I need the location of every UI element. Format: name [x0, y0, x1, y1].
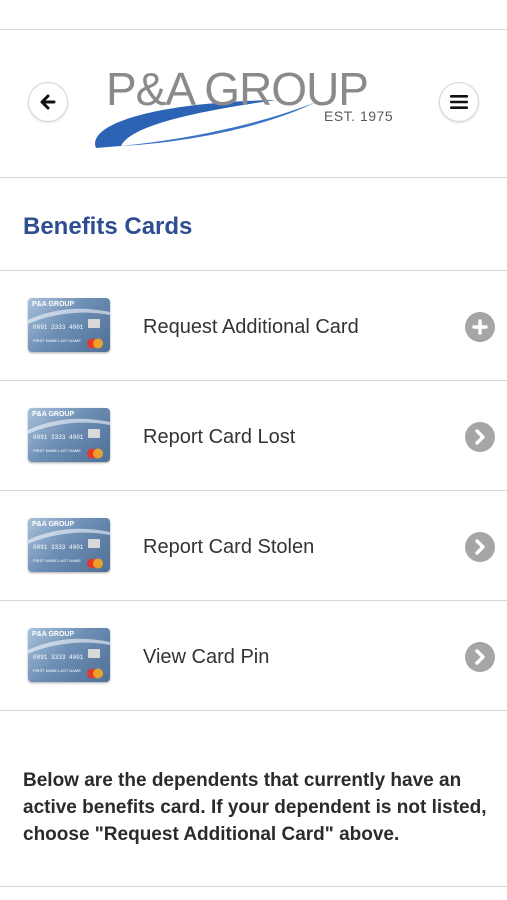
chevron-right-icon	[475, 649, 485, 665]
card-holder-name: FIRST NAME LAST NAME	[33, 558, 81, 563]
divider	[0, 886, 507, 887]
card-network-logo	[87, 558, 103, 569]
menu-item-label: View Card Pin	[143, 646, 270, 668]
card-number: 0091 3333 4001	[33, 544, 84, 551]
page-title: Benefits Cards	[23, 213, 193, 240]
status-bar	[0, 0, 507, 30]
card-chip	[88, 429, 100, 438]
card-chip	[88, 539, 100, 548]
chevron-right-icon	[475, 429, 485, 445]
card-holder-name: FIRST NAME LAST NAME	[33, 668, 81, 673]
card-brand: P&A GROUP	[32, 521, 75, 528]
section-header: Benefits Cards	[0, 179, 507, 271]
plus-circle-icon[interactable]	[465, 312, 495, 342]
menu-item-label: Report Card Lost	[143, 426, 296, 448]
benefits-card-image: P&A GROUP 0091 3333 4001 FIRST NAME LAST…	[28, 298, 110, 352]
menu-item-view-card-pin[interactable]: P&A GROUP 0091 3333 4001 FIRST NAME LAST…	[0, 601, 507, 711]
menu-item-report-card-lost[interactable]: P&A GROUP 0091 3333 4001 FIRST NAME LAST…	[0, 381, 507, 491]
chevron-right-icon	[475, 539, 485, 555]
card-number: 0091 3333 4001	[33, 654, 84, 661]
plus-icon	[472, 319, 488, 335]
benefits-card-menu: P&A GROUP 0091 3333 4001 FIRST NAME LAST…	[0, 271, 507, 711]
menu-item-report-card-stolen[interactable]: P&A GROUP 0091 3333 4001 FIRST NAME LAST…	[0, 491, 507, 601]
company-logo: P&A GROUP EST. 1975	[86, 62, 426, 157]
benefits-card-image: P&A GROUP 0091 3333 4001 FIRST NAME LAST…	[28, 628, 110, 682]
card-number: 0091 3333 4001	[33, 324, 84, 331]
back-button[interactable]	[28, 82, 68, 122]
card-network-logo	[87, 338, 103, 349]
dependents-info-text: Below are the dependents that currently …	[23, 770, 487, 845]
card-holder-name: FIRST NAME LAST NAME	[33, 338, 81, 343]
card-brand: P&A GROUP	[32, 301, 75, 308]
card-holder-name: FIRST NAME LAST NAME	[33, 448, 81, 453]
card-brand: P&A GROUP	[32, 631, 75, 638]
chevron-right-circle-icon[interactable]	[465, 532, 495, 562]
app-header: P&A GROUP EST. 1975	[0, 30, 507, 178]
benefits-card-image: P&A GROUP 0091 3333 4001 FIRST NAME LAST…	[28, 408, 110, 462]
card-chip	[88, 649, 100, 658]
menu-item-label: Request Additional Card	[143, 316, 359, 338]
chevron-right-circle-icon[interactable]	[465, 422, 495, 452]
logo-text: P&A GROUP	[106, 63, 369, 115]
card-network-logo	[87, 448, 103, 459]
card-brand: P&A GROUP	[32, 411, 75, 418]
menu-item-label: Report Card Stolen	[143, 536, 315, 558]
hamburger-icon	[450, 95, 468, 109]
benefits-card-image: P&A GROUP 0091 3333 4001 FIRST NAME LAST…	[28, 518, 110, 572]
card-number: 0091 3333 4001	[33, 434, 84, 441]
menu-item-request-additional-card[interactable]: P&A GROUP 0091 3333 4001 FIRST NAME LAST…	[0, 271, 507, 381]
menu-button[interactable]	[439, 82, 479, 122]
card-network-logo	[87, 668, 103, 679]
chevron-right-circle-icon[interactable]	[465, 642, 495, 672]
logo-established: EST. 1975	[324, 108, 394, 124]
card-chip	[88, 319, 100, 328]
arrow-left-icon	[40, 94, 56, 110]
